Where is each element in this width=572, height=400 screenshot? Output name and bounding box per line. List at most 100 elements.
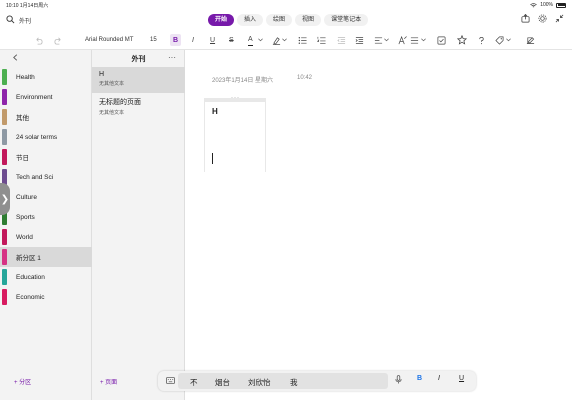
bold-button[interactable]: B (170, 34, 181, 46)
chevron-down-icon[interactable] (506, 34, 511, 46)
candidate-area: 不 烟台 刘欣怡 我 (178, 373, 388, 389)
note-canvas[interactable]: 2023年1月14日 星期六 10:42 ··· H (186, 50, 572, 400)
ribbon-tabs: 开始 插入 绘图 视图 课堂笔记本 (208, 14, 369, 26)
add-section-button[interactable]: + 分区 (14, 377, 31, 386)
section-item[interactable]: 新分区 1 (0, 247, 92, 267)
section-color-tab (2, 109, 7, 125)
candidate-word[interactable]: 我 (290, 377, 298, 388)
sections-pane-header (0, 50, 92, 66)
section-item[interactable]: Culture (0, 187, 92, 207)
section-color-tab (2, 289, 7, 305)
pages-pane: 外刊 ··· H 无其他文本 无标题的页面 无其他文本 + 页面 (92, 50, 185, 400)
font-name-select[interactable]: Arial Rounded MT (85, 34, 133, 46)
section-item[interactable]: Tech and Sci (0, 167, 92, 187)
paragraph-align-icon[interactable] (374, 34, 383, 46)
section-color-tab (2, 269, 7, 285)
section-color-tab (2, 89, 7, 105)
star-icon[interactable] (457, 34, 467, 46)
settings-icon[interactable] (538, 14, 547, 23)
font-size-select[interactable]: 15 (150, 34, 157, 46)
chevron-down-icon[interactable] (384, 34, 389, 46)
page-item[interactable]: H 无其他文本 (92, 67, 185, 93)
section-label: Tech and Sci (16, 173, 54, 181)
highlighter-icon[interactable] (272, 34, 281, 46)
status-right: 100% (530, 2, 566, 8)
tab-draw[interactable]: 绘图 (266, 14, 293, 26)
status-time: 10:10 1月14日周六 (6, 3, 49, 9)
candidate-word[interactable]: 不 (190, 377, 198, 388)
keyboard-underline-button[interactable]: U (459, 375, 464, 382)
list-style-icon[interactable] (410, 34, 419, 46)
tag-icon[interactable] (495, 34, 504, 46)
section-label: 其他 (16, 115, 29, 122)
sections-pane: Health Environment 其他 24 solar terms 节日 Tech … (0, 50, 92, 400)
italic-button[interactable]: I (192, 34, 194, 46)
search-icon[interactable] (6, 15, 15, 24)
tab-class-notebook[interactable]: 课堂笔记本 (324, 14, 369, 26)
keyboard-icon[interactable] (166, 377, 175, 386)
chevron-down-icon[interactable] (282, 34, 287, 46)
section-item[interactable]: Sports (0, 207, 92, 227)
section-item[interactable]: Health (0, 67, 92, 87)
section-color-tab (2, 69, 7, 85)
share-icon[interactable] (521, 14, 530, 23)
section-list: Health Environment 其他 24 solar terms 节日 Tech … (0, 67, 92, 307)
note-container-handle[interactable]: ··· (205, 95, 265, 102)
section-label: Environment (16, 93, 53, 101)
chevron-down-icon[interactable] (258, 34, 263, 46)
page-title: 无标题的页面 (99, 99, 141, 106)
keyboard-italic-button[interactable]: I (438, 375, 440, 382)
candidate-word[interactable]: 烟台 (215, 377, 230, 388)
tab-home[interactable]: 开始 (208, 14, 235, 26)
header: 外刊 开始 插入 绘图 视图 课堂笔记本 (0, 10, 572, 30)
battery-percent: 100% (540, 2, 553, 8)
page-list: H 无其他文本 无标题的页面 无其他文本 (92, 67, 185, 119)
chevron-down-icon[interactable] (421, 34, 426, 46)
notebook-title[interactable]: 外刊 (19, 16, 31, 25)
section-color-tab (2, 129, 7, 145)
undo-icon[interactable] (34, 34, 43, 46)
expand-panel-chevron-icon[interactable]: ❯ (0, 183, 10, 215)
add-page-button[interactable]: + 页面 (100, 377, 117, 386)
tab-insert[interactable]: 插入 (237, 14, 264, 26)
section-item[interactable]: Environment (0, 87, 92, 107)
indent-icon[interactable] (355, 34, 364, 46)
tab-view[interactable]: 视图 (295, 14, 322, 26)
bulleted-list-icon[interactable] (298, 34, 307, 46)
section-label: 24 solar terms (16, 133, 58, 141)
underline-button[interactable]: U (210, 34, 215, 46)
strikethrough-button[interactable]: S (229, 34, 234, 46)
battery-icon (556, 2, 566, 8)
help-icon[interactable] (477, 34, 486, 46)
page-time: 10:42 (297, 75, 313, 81)
section-label: 节日 (16, 155, 29, 162)
collapse-icon[interactable] (555, 14, 564, 23)
microphone-icon[interactable] (395, 375, 402, 386)
section-item[interactable]: 其他 (0, 107, 92, 127)
styles-icon[interactable] (398, 34, 407, 46)
more-options-icon[interactable]: ··· (168, 53, 176, 62)
redo-icon[interactable] (54, 34, 63, 46)
section-color-tab (2, 229, 7, 245)
dictate-icon[interactable] (526, 34, 535, 46)
page-item[interactable]: 无标题的页面 无其他文本 (92, 93, 185, 119)
candidate-word[interactable]: 刘欣怡 (248, 377, 271, 388)
section-item[interactable]: World (0, 227, 92, 247)
section-label: Health (16, 73, 35, 81)
section-item[interactable]: Education (0, 267, 92, 287)
section-item[interactable]: Economic (0, 287, 92, 307)
font-color-button[interactable]: A (248, 34, 253, 46)
note-container[interactable]: ··· H (204, 95, 266, 172)
text-cursor (212, 153, 213, 164)
todo-checkbox-icon[interactable] (437, 34, 446, 46)
outdent-icon[interactable] (337, 34, 346, 46)
back-arrow-icon[interactable] (12, 54, 19, 63)
page-title: H (99, 71, 105, 78)
keyboard-bold-button[interactable]: B (417, 375, 422, 382)
section-item[interactable]: 节日 (0, 147, 92, 167)
numbered-list-icon[interactable] (317, 34, 326, 46)
section-label: Economic (16, 293, 45, 301)
section-item[interactable]: 24 solar terms (0, 127, 92, 147)
note-text[interactable]: H (212, 107, 218, 116)
section-label: Education (16, 273, 45, 281)
